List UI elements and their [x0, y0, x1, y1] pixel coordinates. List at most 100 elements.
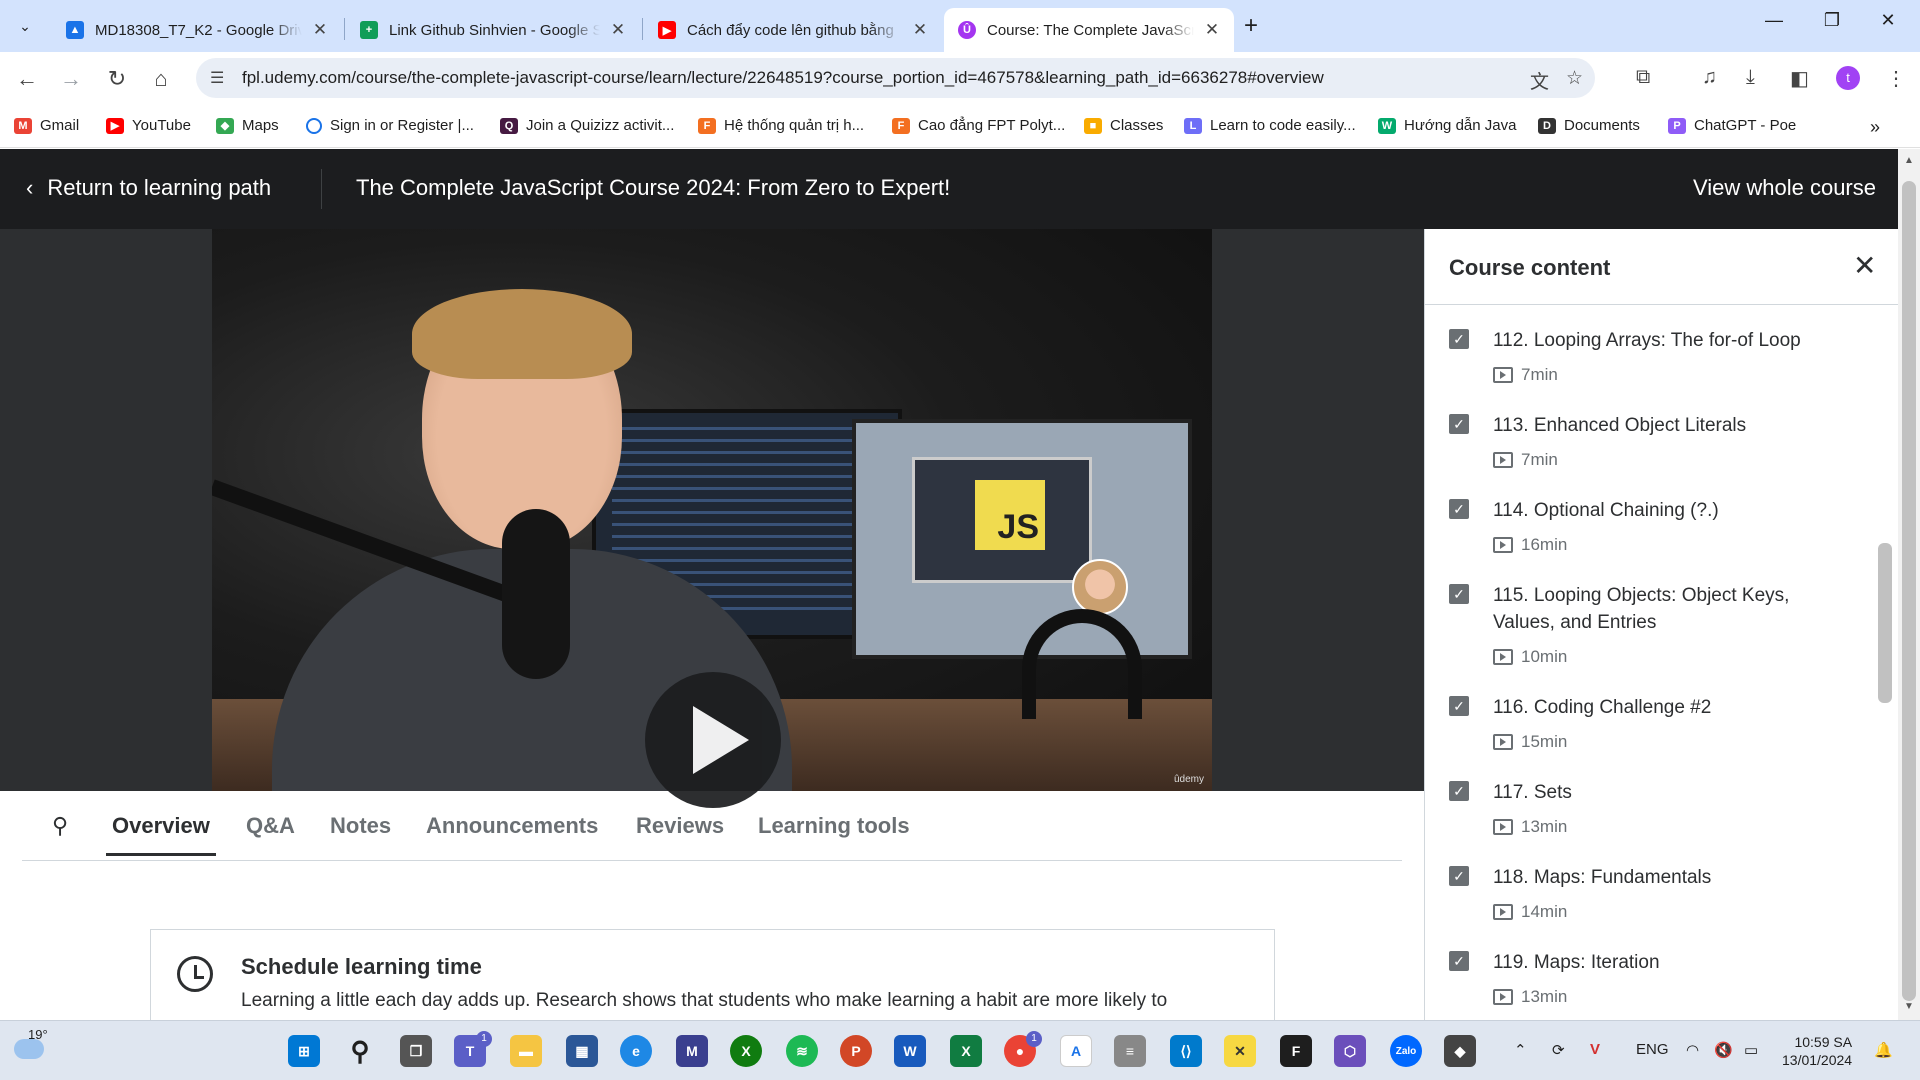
return-to-learning-path-link[interactable]: ‹ Return to learning path [26, 175, 271, 201]
powerpoint-icon[interactable]: P [840, 1035, 872, 1067]
bookmark-documents[interactable]: D Documents [1538, 117, 1640, 134]
checkbox-checked[interactable]: ✓ [1449, 866, 1469, 886]
tab-google-sheets[interactable]: + Link Github Sinhvien - Google Sheets ✕ [346, 8, 640, 52]
translate-app-icon[interactable]: A [1060, 1035, 1092, 1067]
checkbox-checked[interactable]: ✓ [1449, 696, 1469, 716]
edge-icon[interactable]: e [620, 1035, 652, 1067]
checkbox-checked[interactable]: ✓ [1449, 951, 1469, 971]
close-window-button[interactable]: ✕ [1868, 10, 1908, 31]
bookmark-chatgpt-poe[interactable]: P ChatGPT - Poe [1668, 117, 1796, 134]
system-clock[interactable]: 10:59 SA 13/01/2024 [1782, 1033, 1852, 1069]
address-bar[interactable]: ☰ fpl.udemy.com/course/the-complete-java… [196, 58, 1595, 98]
bookmark-he-thong[interactable]: F Hệ thống quản trị h... [698, 117, 864, 134]
weather-temp[interactable]: 19° [28, 1027, 48, 1042]
bookmark-star-icon[interactable]: ☆ [1566, 67, 1583, 90]
media-control-icon[interactable]: ♫ [1702, 66, 1717, 89]
sidebar-scroll-thumb[interactable] [1878, 543, 1892, 703]
task-view-icon[interactable]: ❐ [400, 1035, 432, 1067]
tab-announcements[interactable]: Announcements [426, 813, 598, 839]
zalo-icon[interactable]: Zalo [1390, 1035, 1422, 1067]
excel-icon[interactable]: X [950, 1035, 982, 1067]
profile-avatar[interactable]: t [1836, 66, 1860, 90]
udemy-watermark: ûdemy [1173, 774, 1204, 785]
tab-qa[interactable]: Q&A [246, 813, 295, 839]
close-icon[interactable]: ✕ [1853, 249, 1876, 282]
bookmark-youtube[interactable]: ▶ YouTube [106, 117, 191, 134]
scroll-down-arrow[interactable]: ▼ [1898, 1001, 1920, 1012]
reload-button[interactable]: ↻ [102, 64, 132, 94]
battery-icon[interactable]: ▭ [1744, 1041, 1758, 1059]
start-menu-icon[interactable]: ⊞ [288, 1035, 320, 1067]
sync-icon[interactable]: ⟳ [1552, 1041, 1565, 1059]
close-tab-icon[interactable]: ✕ [310, 20, 330, 40]
back-button[interactable]: ← [12, 64, 42, 94]
checkbox-checked[interactable]: ✓ [1449, 414, 1469, 434]
speaker-muted-icon[interactable]: 🔇 [1714, 1041, 1733, 1059]
word-icon[interactable]: W [894, 1035, 926, 1067]
notification-bell-icon[interactable]: 🔔 [1874, 1041, 1893, 1059]
tab-notes[interactable]: Notes [330, 813, 391, 839]
language-indicator[interactable]: ENG [1636, 1041, 1669, 1058]
checkbox-checked[interactable]: ✓ [1449, 584, 1469, 604]
more-bookmarks-icon[interactable]: » [1870, 117, 1880, 138]
minimize-button[interactable]: — [1754, 10, 1794, 31]
page-scrollbar[interactable]: ▲ ▼ [1898, 149, 1920, 1020]
side-panel-icon[interactable]: ◧ [1790, 66, 1809, 91]
tab-overview[interactable]: Overview [106, 813, 216, 856]
tab-search-button[interactable]: ⌄ [8, 10, 42, 42]
tab-youtube[interactable]: ▶ Cách đẩy code lên github bằng ✕ [644, 8, 942, 52]
extensions-icon[interactable]: ⧉ [1636, 66, 1650, 89]
app-icon[interactable]: ◆ [1444, 1035, 1476, 1067]
new-tab-button[interactable]: + [1244, 12, 1258, 40]
tab-reviews[interactable]: Reviews [636, 813, 724, 839]
weather-cloud-icon[interactable] [14, 1039, 44, 1059]
bookmark-learn-to-code[interactable]: L Learn to code easily... [1184, 117, 1356, 134]
bookmark-gmail[interactable]: M Gmail [14, 117, 79, 134]
more-menu-icon[interactable]: ⋮ [1886, 66, 1906, 91]
search-icon[interactable]: ⚲ [344, 1035, 376, 1067]
bookmark-java[interactable]: W Hướng dẫn Java [1378, 117, 1516, 134]
sidebar-scrollbar[interactable] [1875, 313, 1893, 1013]
bookmark-sign-in[interactable]: Sign in or Register |... [306, 117, 474, 134]
tab-learning-tools[interactable]: Learning tools [758, 813, 910, 839]
bookmark-classes[interactable]: ■ Classes [1084, 117, 1163, 134]
show-hidden-icons[interactable]: ⌃ [1514, 1041, 1527, 1059]
wifi-icon[interactable]: ◠ [1686, 1041, 1699, 1059]
database-icon[interactable]: ≡ [1114, 1035, 1146, 1067]
file-explorer-icon[interactable]: ▬ [510, 1035, 542, 1067]
forward-button[interactable]: → [56, 64, 86, 94]
search-icon[interactable]: ⚲ [52, 813, 68, 839]
tab-udemy-course[interactable]: Û Course: The Complete JavaScript ✕ [944, 8, 1234, 52]
site-info-icon[interactable]: ☰ [210, 68, 224, 88]
app-icon[interactable]: M [676, 1035, 708, 1067]
scroll-up-arrow[interactable]: ▲ [1898, 155, 1920, 166]
xbox-icon[interactable]: X [730, 1035, 762, 1067]
vscode-icon[interactable]: ⟨⟩ [1170, 1035, 1202, 1067]
checkbox-checked[interactable]: ✓ [1449, 329, 1469, 349]
download-icon[interactable]: ⤓ [1746, 66, 1755, 89]
close-tab-icon[interactable]: ✕ [608, 20, 628, 40]
store-icon[interactable]: ▦ [566, 1035, 598, 1067]
url-text[interactable]: fpl.udemy.com/course/the-complete-javasc… [242, 68, 1324, 88]
app-icon[interactable]: ✕ [1224, 1035, 1256, 1067]
page-scroll-thumb[interactable] [1902, 181, 1916, 1001]
spotify-icon[interactable]: ≋ [786, 1035, 818, 1067]
vivaldi-icon[interactable]: V [1590, 1041, 1600, 1058]
restore-button[interactable]: ❐ [1812, 10, 1852, 31]
checkbox-checked[interactable]: ✓ [1449, 781, 1469, 801]
bookmark-fpt-polytechnic[interactable]: F Cao đẳng FPT Polyt... [892, 117, 1065, 134]
play-button[interactable] [645, 672, 781, 808]
close-tab-icon[interactable]: ✕ [1202, 20, 1222, 40]
translate-icon[interactable]: 文 [1530, 67, 1549, 94]
bookmark-maps[interactable]: ◆ Maps [216, 117, 279, 134]
teams-icon[interactable]: T1 [454, 1031, 492, 1067]
close-tab-icon[interactable]: ✕ [910, 20, 930, 40]
home-button[interactable]: ⌂ [146, 64, 176, 94]
view-whole-course-link[interactable]: View whole course [1693, 175, 1876, 201]
app-icon[interactable]: ⬡ [1334, 1035, 1366, 1067]
chrome-icon[interactable]: ● 1 [1004, 1031, 1042, 1067]
bookmark-quizizz[interactable]: Q Join a Quizizz activit... [500, 117, 674, 134]
tab-google-drive[interactable]: ▲ MD18308_T7_K2 - Google Drive ✕ [52, 8, 342, 52]
figma-icon[interactable]: F [1280, 1035, 1312, 1067]
checkbox-checked[interactable]: ✓ [1449, 499, 1469, 519]
